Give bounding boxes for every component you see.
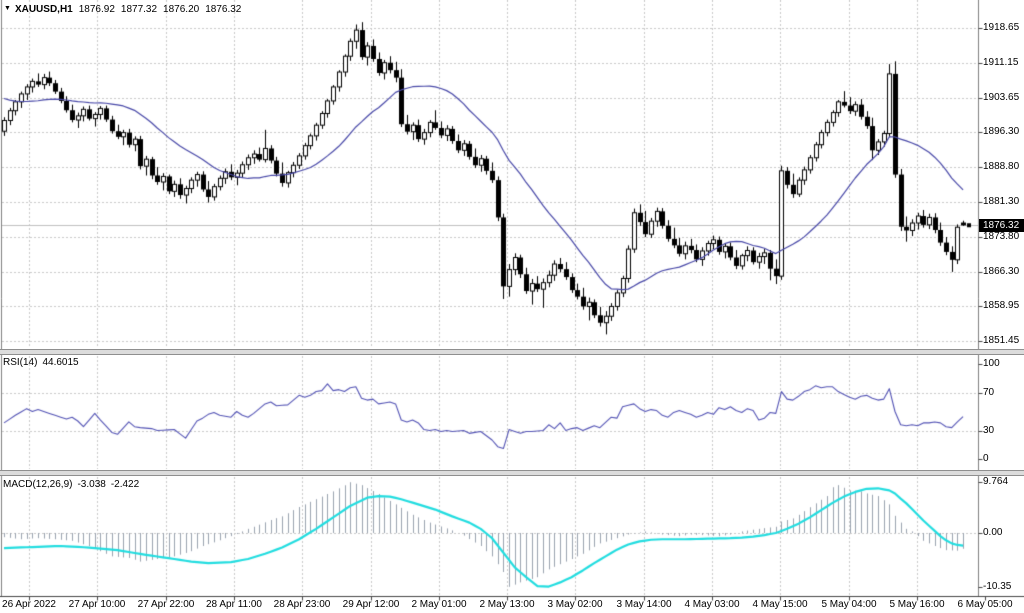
- rsi-axis-label: 30: [983, 425, 994, 437]
- panel-separator-rsi-macd[interactable]: [0, 470, 1024, 476]
- price-axis-label: 1903.65: [983, 92, 1019, 104]
- macd-main-value: -3.038: [77, 479, 105, 490]
- macd-indicator-label: MACD(12,26,9) -3.038 -2.422: [3, 479, 144, 491]
- symbol-dropdown-icon[interactable]: ▼: [4, 5, 11, 12]
- rsi-axis-label: 0: [983, 453, 989, 465]
- symbol-period-label: XAUUSD,H1: [15, 4, 73, 15]
- macd-signal-value: -2.422: [111, 479, 139, 490]
- ohlc-high-value: 1877.32: [121, 4, 157, 15]
- rsi-axis-label: 70: [983, 387, 994, 399]
- rsi-indicator-label: RSI(14) 44.6015: [3, 357, 84, 369]
- price-axis-label: 1896.30: [983, 126, 1019, 138]
- price-axis-label: 1851.45: [983, 335, 1019, 347]
- rsi-axis-label: 100: [983, 358, 1000, 370]
- macd-name: MACD(12,26,9): [3, 479, 72, 490]
- price-axis-label: 1858.95: [983, 300, 1019, 312]
- price-axis-label: 1881.30: [983, 196, 1019, 208]
- chart-canvas[interactable]: [0, 0, 1024, 613]
- panel-separator-main-rsi[interactable]: [0, 349, 1024, 355]
- price-axis-label: 1888.80: [983, 161, 1019, 173]
- rsi-name: RSI(14): [3, 357, 37, 368]
- rsi-current-value: 44.6015: [42, 357, 78, 368]
- ohlc-open-value: 1876.92: [79, 4, 115, 15]
- macd-axis-label: 0.00: [983, 527, 1002, 539]
- macd-axis-label: -10.35: [983, 581, 1011, 593]
- price-axis-label: 1866.30: [983, 266, 1019, 278]
- price-axis-label: 1873.80: [983, 231, 1019, 243]
- ohlc-header: ▼ XAUUSD,H1 1876.92 1877.32 1876.20 1876.32: [4, 3, 247, 16]
- trading-chart-window: ▼ XAUUSD,H1 1876.92 1877.32 1876.20 1876.32 R…: [0, 0, 1024, 613]
- macd-axis-label: 9.764: [983, 476, 1008, 488]
- price-axis-label: 1918.65: [983, 22, 1019, 34]
- ohlc-close-value: 1876.32: [205, 4, 241, 15]
- time-axis-label: 6 May 05:00: [937, 599, 1024, 611]
- price-axis-label: 1911.15: [983, 57, 1018, 69]
- ohlc-low-value: 1876.20: [163, 4, 199, 15]
